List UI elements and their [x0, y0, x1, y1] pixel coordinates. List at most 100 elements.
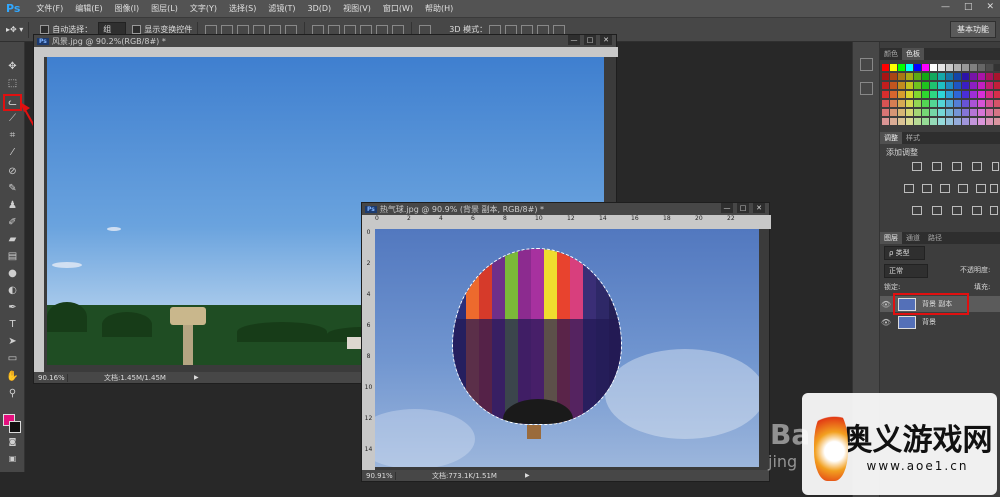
tab-color[interactable]: 颜色: [880, 48, 902, 60]
align-icon[interactable]: [221, 24, 234, 35]
color-swatch[interactable]: [890, 73, 897, 80]
color-swatch[interactable]: [890, 82, 897, 89]
tab-channels[interactable]: 通道: [902, 232, 924, 244]
color-swatch[interactable]: [962, 82, 969, 89]
color-swatch[interactable]: [882, 64, 889, 71]
eyedropper-tool-icon[interactable]: ⁄: [5, 146, 20, 159]
color-swatch[interactable]: [914, 73, 921, 80]
zoom-level[interactable]: 90.16%: [34, 373, 68, 382]
color-swatch[interactable]: [930, 91, 937, 98]
zoom-tool-icon[interactable]: ⚲: [5, 387, 20, 400]
visibility-eye-icon[interactable]: 👁: [880, 318, 892, 327]
gradient-tool-icon[interactable]: ▤: [5, 250, 20, 263]
color-swatch[interactable]: [914, 118, 921, 125]
color-swatch[interactable]: [954, 91, 961, 98]
color-swatch[interactable]: [906, 64, 913, 71]
exposure-icon[interactable]: [972, 162, 982, 171]
color-swatch[interactable]: [890, 64, 897, 71]
menu-window[interactable]: 窗口(W): [377, 3, 419, 14]
healing-brush-tool-icon[interactable]: ⊘: [5, 165, 20, 178]
color-swatch[interactable]: [914, 82, 921, 89]
distribute-icon[interactable]: [392, 24, 405, 35]
color-swatch[interactable]: [938, 91, 945, 98]
color-swatch[interactable]: [986, 118, 993, 125]
rectangle-tool-icon[interactable]: ▭: [5, 352, 20, 365]
close-button[interactable]: ✕: [986, 2, 994, 12]
color-swatch[interactable]: [914, 100, 921, 107]
color-swatch[interactable]: [962, 100, 969, 107]
color-swatch[interactable]: [954, 100, 961, 107]
color-swatch[interactable]: [930, 118, 937, 125]
status-menu-icon[interactable]: ▶: [525, 472, 530, 479]
color-swatch[interactable]: [938, 82, 945, 89]
color-swatch[interactable]: [938, 100, 945, 107]
color-swatch[interactable]: [922, 100, 929, 107]
color-swatch[interactable]: [994, 82, 1000, 89]
color-swatch[interactable]: [970, 73, 977, 80]
menu-select[interactable]: 选择(S): [223, 3, 262, 14]
color-swatch[interactable]: [890, 109, 897, 116]
invert-icon[interactable]: [912, 206, 922, 215]
posterize-icon[interactable]: [932, 206, 942, 215]
brightness-icon[interactable]: [912, 162, 922, 171]
color-swatch[interactable]: [938, 109, 945, 116]
menu-file[interactable]: 文件(F): [30, 3, 69, 14]
eraser-tool-icon[interactable]: ▰: [5, 233, 20, 246]
channel-mixer-icon[interactable]: [976, 184, 986, 193]
color-swatch[interactable]: [946, 82, 953, 89]
color-swatch[interactable]: [978, 73, 985, 80]
color-swatch[interactable]: [922, 73, 929, 80]
color-swatch[interactable]: [994, 73, 1000, 80]
color-swatch[interactable]: [946, 91, 953, 98]
color-swatch[interactable]: [994, 109, 1000, 116]
color-swatch[interactable]: [970, 91, 977, 98]
3d-rotate-icon[interactable]: [489, 24, 502, 35]
color-swatch[interactable]: [906, 109, 913, 116]
color-swatch[interactable]: [898, 64, 905, 71]
color-swatch[interactable]: [930, 100, 937, 107]
document-title-bar[interactable]: Ps 热气球.jpg @ 90.9% (背景 副本, RGB/8#) * — □ ✕: [362, 203, 769, 215]
distribute-icon[interactable]: [360, 24, 373, 35]
color-swatch[interactable]: [930, 82, 937, 89]
threshold-icon[interactable]: [952, 206, 962, 215]
distribute-icon[interactable]: [328, 24, 341, 35]
color-swatch[interactable]: [906, 100, 913, 107]
doc-minimize-button[interactable]: —: [721, 203, 733, 213]
menu-type[interactable]: 文字(Y): [184, 3, 223, 14]
status-menu-icon[interactable]: ▶: [194, 374, 199, 381]
gradient-map-icon[interactable]: [990, 206, 998, 215]
3d-roll-icon[interactable]: [505, 24, 518, 35]
vibrance-icon[interactable]: [992, 162, 999, 171]
align-icon[interactable]: [285, 24, 298, 35]
tab-paths[interactable]: 路径: [924, 232, 946, 244]
zoom-level[interactable]: 90.91%: [362, 471, 396, 480]
color-swatch[interactable]: [930, 109, 937, 116]
color-swatch[interactable]: [986, 82, 993, 89]
color-swatch[interactable]: [906, 91, 913, 98]
properties-panel-icon[interactable]: [860, 82, 873, 95]
color-swatch[interactable]: [882, 82, 889, 89]
color-swatch[interactable]: [930, 64, 937, 71]
3d-slide-icon[interactable]: [537, 24, 550, 35]
color-swatch[interactable]: [986, 73, 993, 80]
color-lookup-icon[interactable]: [990, 184, 998, 193]
color-swatch[interactable]: [906, 118, 913, 125]
color-swatch[interactable]: [914, 91, 921, 98]
color-swatch[interactable]: [978, 82, 985, 89]
color-swatch[interactable]: [946, 73, 953, 80]
distribute-icon[interactable]: [376, 24, 389, 35]
color-swatch[interactable]: [954, 109, 961, 116]
color-swatch[interactable]: [962, 118, 969, 125]
quick-mask-icon[interactable]: ◙: [5, 435, 20, 448]
3d-scale-icon[interactable]: [553, 24, 566, 35]
layer-row[interactable]: 👁 背景: [880, 314, 1000, 330]
menu-image[interactable]: 图像(I): [109, 3, 146, 14]
dodge-tool-icon[interactable]: ◐: [5, 284, 20, 297]
color-swatch[interactable]: [946, 118, 953, 125]
color-swatch[interactable]: [954, 73, 961, 80]
screen-mode-icon[interactable]: ▣: [5, 452, 20, 465]
selective-color-icon[interactable]: [972, 206, 982, 215]
color-swatch[interactable]: [938, 118, 945, 125]
color-swatch[interactable]: [890, 91, 897, 98]
path-select-tool-icon[interactable]: ➤: [5, 335, 20, 348]
